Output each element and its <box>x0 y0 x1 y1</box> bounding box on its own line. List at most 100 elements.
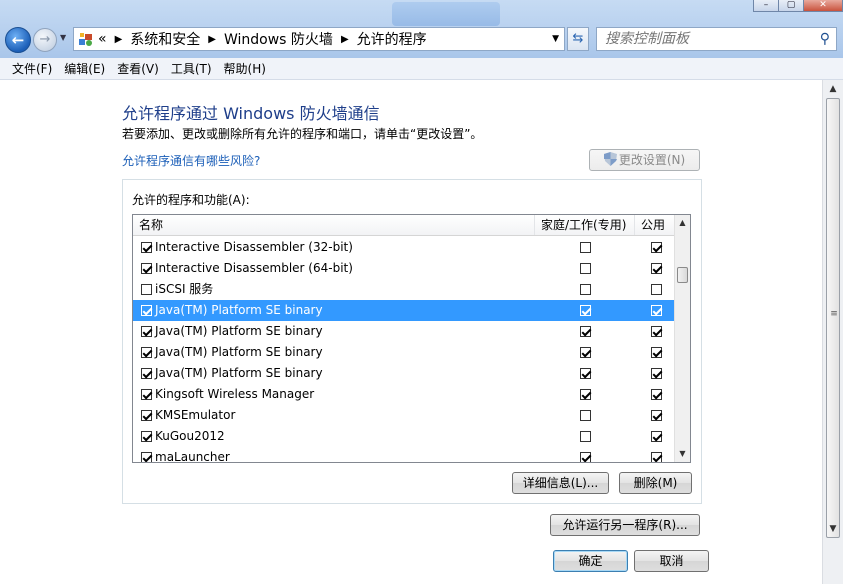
table-row[interactable]: Kingsoft Wireless Manager <box>133 384 676 405</box>
page-scroll-up-icon[interactable]: ▲ <box>823 84 843 94</box>
allowed-programs-label: 允许的程序和功能(A): <box>132 193 250 207</box>
program-name: KMSEmulator <box>155 408 236 422</box>
breadcrumb-allowed-programs[interactable]: 允许的程序 <box>357 29 427 49</box>
table-row[interactable]: maLauncher <box>133 447 676 462</box>
back-arrow-icon: ← <box>11 31 25 49</box>
home-work-checkbox[interactable] <box>580 368 591 379</box>
program-enabled-checkbox[interactable] <box>141 263 152 274</box>
home-work-checkbox[interactable] <box>580 305 591 316</box>
scroll-down-arrow-icon[interactable]: ▼ <box>675 446 690 462</box>
column-header-name[interactable]: 名称 <box>133 215 535 235</box>
public-checkbox[interactable] <box>651 242 662 253</box>
window-titlebar: – ▢ ✕ ← → ▼ « ▶ 系统和安全 ▶ Windows 防火墙 ▶ 允许… <box>0 0 843 58</box>
breadcrumb-windows-firewall[interactable]: Windows 防火墙 <box>224 29 333 49</box>
refresh-icon: ⇆ <box>572 31 584 46</box>
public-checkbox[interactable] <box>651 389 662 400</box>
menu-edit[interactable]: 编辑(E) <box>58 60 111 77</box>
column-header-home[interactable]: 家庭/工作(专用) <box>535 215 635 235</box>
address-dropdown-icon[interactable]: ▼ <box>552 34 559 44</box>
maximize-button[interactable]: ▢ <box>778 0 804 12</box>
window-controls: – ▢ ✕ <box>753 0 843 12</box>
scroll-up-arrow-icon[interactable]: ▲ <box>675 215 690 231</box>
program-name: Java(TM) Platform SE binary <box>155 303 323 317</box>
program-enabled-checkbox[interactable] <box>141 305 152 316</box>
minimize-button[interactable]: – <box>753 0 779 12</box>
table-row[interactable]: Java(TM) Platform SE binary <box>133 363 676 384</box>
program-enabled-checkbox[interactable] <box>141 347 152 358</box>
public-checkbox[interactable] <box>651 305 662 316</box>
page-scroll-thumb[interactable]: ≡ <box>826 98 840 538</box>
public-checkbox[interactable] <box>651 347 662 358</box>
program-enabled-checkbox[interactable] <box>141 242 152 253</box>
program-enabled-checkbox[interactable] <box>141 431 152 442</box>
program-enabled-checkbox[interactable] <box>141 284 152 295</box>
home-work-checkbox[interactable] <box>580 347 591 358</box>
allow-another-program-button[interactable]: 允许运行另一程序(R)... <box>550 514 700 536</box>
public-checkbox[interactable] <box>651 431 662 442</box>
menu-file[interactable]: 文件(F) <box>6 60 58 77</box>
breadcrumb-system-security[interactable]: 系统和安全 <box>130 29 200 49</box>
home-work-checkbox[interactable] <box>580 431 591 442</box>
program-enabled-checkbox[interactable] <box>141 368 152 379</box>
change-settings-button[interactable]: 更改设置(N) <box>589 149 700 171</box>
refresh-button[interactable]: ⇆ <box>567 27 589 51</box>
home-work-checkbox[interactable] <box>580 452 591 462</box>
program-name: Interactive Disassembler (32-bit) <box>155 240 353 254</box>
details-button[interactable]: 详细信息(L)... <box>512 472 609 494</box>
table-row[interactable]: Interactive Disassembler (32-bit) <box>133 237 676 258</box>
address-bar[interactable]: « ▶ 系统和安全 ▶ Windows 防火墙 ▶ 允许的程序 ▼ <box>73 27 565 51</box>
list-scroll-thumb[interactable] <box>677 267 688 283</box>
home-work-checkbox[interactable] <box>580 410 591 421</box>
home-work-checkbox[interactable] <box>580 389 591 400</box>
remove-button[interactable]: 删除(M) <box>619 472 692 494</box>
chevron-right-icon[interactable]: ▶ <box>208 34 216 45</box>
page-title: 允许程序通过 Windows 防火墙通信 <box>122 104 380 123</box>
menu-tools[interactable]: 工具(T) <box>165 60 218 77</box>
list-rows: Interactive Disassembler (32-bit) Interac… <box>133 237 676 462</box>
address-overflow[interactable]: « <box>98 31 107 47</box>
table-row[interactable]: Java(TM) Platform SE binary <box>133 321 676 342</box>
program-enabled-checkbox[interactable] <box>141 326 152 337</box>
program-enabled-checkbox[interactable] <box>141 452 152 462</box>
back-button[interactable]: ← <box>5 27 31 53</box>
table-row[interactable]: KMSEmulator <box>133 405 676 426</box>
home-work-checkbox[interactable] <box>580 263 591 274</box>
public-checkbox[interactable] <box>651 263 662 274</box>
search-box[interactable]: ⚲ <box>596 27 837 51</box>
program-enabled-checkbox[interactable] <box>141 410 152 421</box>
program-enabled-checkbox[interactable] <box>141 389 152 400</box>
public-checkbox[interactable] <box>651 326 662 337</box>
menu-bar: 文件(F) 编辑(E) 查看(V) 工具(T) 帮助(H) <box>0 58 843 80</box>
risk-help-link[interactable]: 允许程序通信有哪些风险? <box>122 152 260 169</box>
page-scrollbar[interactable]: ▲ ≡ ▼ <box>822 80 843 584</box>
ok-button[interactable]: 确定 <box>553 550 628 572</box>
table-row[interactable]: KuGou2012 <box>133 426 676 447</box>
public-checkbox[interactable] <box>651 410 662 421</box>
chevron-right-icon[interactable]: ▶ <box>115 34 123 45</box>
public-checkbox[interactable] <box>651 284 662 295</box>
menu-help[interactable]: 帮助(H) <box>218 60 272 77</box>
program-name: iSCSI 服务 <box>155 282 214 296</box>
list-scrollbar[interactable]: ▲ ▼ <box>674 215 690 462</box>
search-icon[interactable]: ⚲ <box>820 31 830 47</box>
table-row[interactable]: Java(TM) Platform SE binary <box>133 342 676 363</box>
page-scroll-down-icon[interactable]: ▼ <box>823 524 843 534</box>
table-row[interactable]: Java(TM) Platform SE binary <box>133 300 676 321</box>
chevron-right-icon[interactable]: ▶ <box>341 34 349 45</box>
forward-button[interactable]: → <box>33 28 57 52</box>
uac-shield-icon <box>603 152 617 166</box>
home-work-checkbox[interactable] <box>580 284 591 295</box>
home-work-checkbox[interactable] <box>580 242 591 253</box>
allowed-programs-list[interactable]: 名称 家庭/工作(专用) 公用 Interactive Disassembler… <box>132 214 691 463</box>
public-checkbox[interactable] <box>651 452 662 462</box>
table-row[interactable]: Interactive Disassembler (64-bit) <box>133 258 676 279</box>
table-row[interactable]: iSCSI 服务 <box>133 279 676 300</box>
column-header-public[interactable]: 公用 <box>635 215 676 235</box>
public-checkbox[interactable] <box>651 368 662 379</box>
close-button[interactable]: ✕ <box>803 0 843 12</box>
cancel-button[interactable]: 取消 <box>634 550 709 572</box>
search-input[interactable] <box>605 31 810 47</box>
recent-pages-dropdown[interactable]: ▼ <box>60 33 66 42</box>
home-work-checkbox[interactable] <box>580 326 591 337</box>
menu-view[interactable]: 查看(V) <box>111 60 165 77</box>
